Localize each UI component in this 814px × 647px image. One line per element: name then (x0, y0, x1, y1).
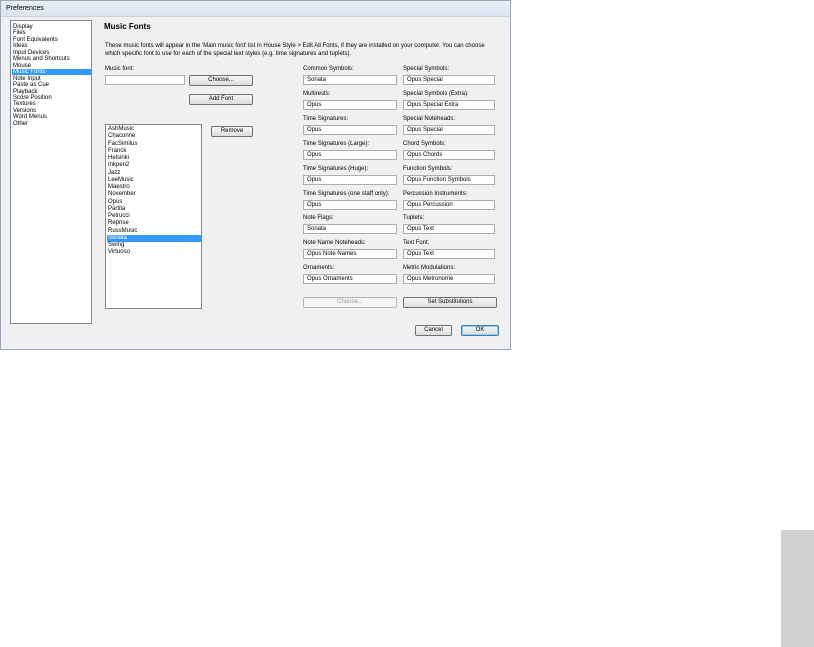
style-font-field[interactable]: Opus Note Names (303, 249, 397, 260)
preferences-dialog: Preferences Display Files Font Equivalents… (0, 0, 511, 350)
sidebar-item[interactable]: Versions (12, 108, 92, 114)
style-font-label: Time Signatures (Huge): (303, 165, 369, 172)
style-font-label: Ornaments: (303, 265, 335, 272)
style-font-field[interactable]: Opus Text (403, 249, 495, 260)
sidebar-item[interactable]: Note Input (12, 76, 92, 82)
style-font-label: Special Symbols (Extra): (403, 90, 469, 97)
font-list-item[interactable]: Opus (107, 199, 202, 206)
font-list-item[interactable]: Inkpen2 (107, 162, 202, 169)
font-list-item[interactable]: LeeMusic (107, 177, 202, 184)
font-list-item[interactable]: Sonata (107, 234, 202, 242)
style-font-field[interactable]: Sonata (303, 75, 397, 85)
sidebar-item[interactable]: Display (12, 24, 92, 30)
style-font-label: Tuplets: (403, 215, 425, 222)
sidebar-item[interactable]: Textures (12, 101, 92, 107)
sidebar-item[interactable]: Menus and Shortcuts (12, 56, 92, 62)
style-font-label: Note Flags: (303, 215, 334, 222)
font-list-item[interactable]: FacSimilus (107, 141, 202, 148)
description-text: These music fonts will appear in the 'Ma… (105, 43, 485, 57)
style-font-label: Function Symbols: (403, 165, 453, 172)
font-list-item[interactable]: AshMusic (107, 126, 202, 133)
sidebar-item[interactable]: Ideas (12, 43, 92, 49)
style-font-label: Common Symbols: (303, 66, 354, 72)
font-list-item[interactable]: Virtuoso (107, 249, 202, 256)
style-font-field[interactable]: Opus (303, 149, 397, 160)
ok-button[interactable]: OK (461, 325, 499, 336)
style-font-field[interactable]: Opus (303, 174, 397, 185)
sidebar-item[interactable]: Mouse (12, 63, 92, 69)
font-list-item[interactable]: Reprise (107, 220, 202, 227)
font-list-item[interactable]: RussMusic (107, 228, 202, 235)
remove-font-button[interactable]: Remove (211, 126, 253, 137)
title-bar: Preferences (1, 1, 510, 17)
music-font-label: Music font: (105, 66, 135, 72)
style-font-field[interactable]: Opus Percussion (403, 199, 495, 210)
font-list-item[interactable]: Partita (107, 206, 202, 213)
style-font-label: Special Noteheads: (403, 115, 456, 122)
window-title: Preferences (6, 5, 44, 12)
set-substitutions-button[interactable]: Set Substitutions (403, 297, 497, 308)
preferences-category-list[interactable]: Display Files Font Equivalents Ideas Input D… (10, 20, 92, 324)
music-font-input[interactable] (105, 75, 185, 85)
style-font-field[interactable]: Opus Metronome (403, 274, 495, 285)
sidebar-item[interactable]: Other (12, 121, 92, 127)
sidebar-item[interactable]: Font Equivalents (12, 37, 92, 43)
sidebar-item[interactable]: Playback (12, 89, 92, 95)
choose-special-font-button[interactable]: Choose... (303, 297, 397, 308)
page-title: Music Fonts (104, 22, 151, 31)
font-list-item[interactable]: Petrucci (107, 213, 202, 220)
style-font-field[interactable]: Opus Special (403, 75, 495, 85)
sidebar-item[interactable]: Paste as Cue (12, 82, 92, 88)
sidebar-item[interactable]: Word Menus (12, 114, 92, 120)
style-font-field[interactable]: Opus (303, 199, 397, 210)
cancel-button[interactable]: Cancel (415, 325, 452, 336)
style-font-field[interactable]: Opus Special (403, 124, 495, 135)
style-font-field[interactable]: Opus Ornaments (303, 274, 397, 285)
style-font-label: Text Font: (403, 240, 430, 247)
sidebar-item[interactable]: Music Fonts (12, 69, 92, 76)
style-font-label: Time Signatures: (303, 115, 349, 122)
font-list-item[interactable]: Maestro (107, 184, 202, 191)
font-list-item[interactable]: Helsinki (107, 155, 202, 162)
style-font-label: Chord Symbols: (403, 140, 446, 147)
style-font-label: Metric Modulations: (403, 265, 456, 272)
style-font-field[interactable]: Opus Special Extra (403, 99, 495, 110)
sidebar-item[interactable]: Files (12, 30, 92, 36)
style-font-field[interactable]: Opus Text (403, 224, 495, 235)
page-edge-tab (781, 530, 814, 647)
style-font-label: Special Symbols: (403, 66, 450, 72)
font-list-item[interactable]: Franck (107, 148, 202, 155)
font-list-item[interactable]: Jazz (107, 170, 202, 177)
sidebar-item[interactable]: Score Position (12, 95, 92, 101)
font-list-item[interactable]: Swing (107, 242, 202, 249)
style-font-label: Multirests: (303, 90, 331, 97)
style-font-field[interactable]: Opus (303, 99, 397, 110)
style-font-field[interactable]: Opus Chords (403, 149, 495, 160)
sidebar-item[interactable]: Input Devices (12, 50, 92, 56)
style-font-label: Percussion Instruments: (403, 190, 468, 197)
style-font-field[interactable]: Opus (303, 124, 397, 135)
style-font-label: Note Name Noteheads: (303, 240, 366, 247)
style-font-field[interactable]: Sonata (303, 224, 397, 235)
style-font-label: Time Signatures (one staff only): (303, 190, 390, 197)
font-list-item[interactable]: November (107, 191, 202, 198)
add-font-button[interactable]: Add Font (189, 94, 253, 105)
style-font-label: Time Signatures (Large): (303, 140, 370, 147)
font-list-item[interactable]: Chaconne (107, 133, 202, 140)
style-font-field[interactable]: Opus Function Symbols (403, 174, 495, 185)
choose-font-button[interactable]: Choose... (189, 75, 253, 86)
music-font-list[interactable]: AshMusic Chaconne FacSimilus Franck Helsinki… (105, 124, 202, 309)
